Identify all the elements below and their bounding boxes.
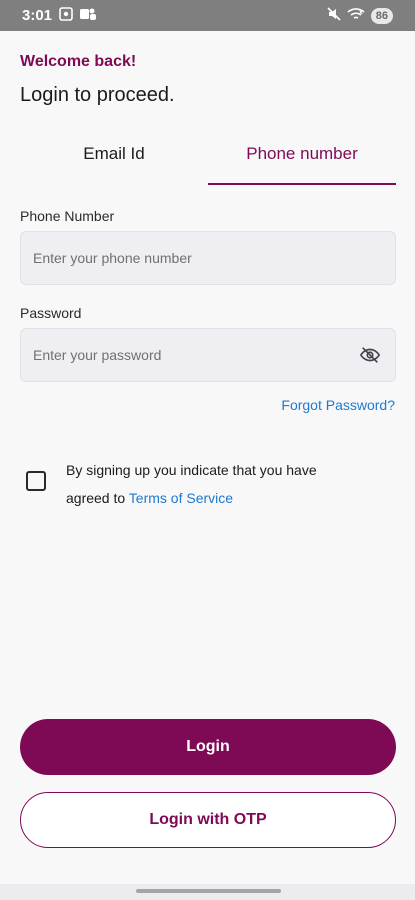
terms-row: By signing up you indicate that you have…	[26, 456, 386, 512]
password-field	[20, 328, 396, 382]
eye-off-icon[interactable]	[357, 342, 383, 368]
status-time: 3:01	[22, 7, 53, 24]
phone-number-field	[20, 231, 396, 285]
terms-text: By signing up you indicate that you have…	[66, 456, 317, 512]
mute-icon	[327, 6, 341, 25]
home-indicator[interactable]	[136, 889, 281, 893]
terms-prefix: agreed to	[66, 490, 129, 506]
tab-email-id[interactable]: Email Id	[20, 130, 208, 185]
tab-phone-number[interactable]: Phone number	[208, 130, 396, 185]
terms-line1: By signing up you indicate that you have	[66, 462, 317, 478]
phone-number-label: Phone Number	[20, 208, 115, 224]
login-with-otp-button[interactable]: Login with OTP	[20, 792, 396, 848]
password-input[interactable]	[33, 347, 357, 363]
login-method-tabs: Email Id Phone number	[20, 130, 396, 185]
wifi-icon: x	[347, 7, 365, 25]
page-title: Login to proceed.	[20, 84, 175, 106]
login-button[interactable]: Login	[20, 719, 396, 775]
forgot-password-link[interactable]: Forgot Password?	[281, 397, 395, 413]
phone-number-input[interactable]	[33, 250, 383, 266]
terms-checkbox[interactable]	[26, 471, 46, 491]
teams-icon	[80, 7, 97, 25]
battery-icon: 86	[370, 7, 393, 24]
svg-text:x: x	[359, 9, 363, 16]
password-label: Password	[20, 305, 82, 321]
terms-of-service-link[interactable]: Terms of Service	[129, 490, 233, 506]
screenshot-icon	[59, 6, 73, 25]
welcome-text: Welcome back!	[20, 53, 137, 70]
status-bar: 3:01 x 86	[0, 0, 415, 31]
